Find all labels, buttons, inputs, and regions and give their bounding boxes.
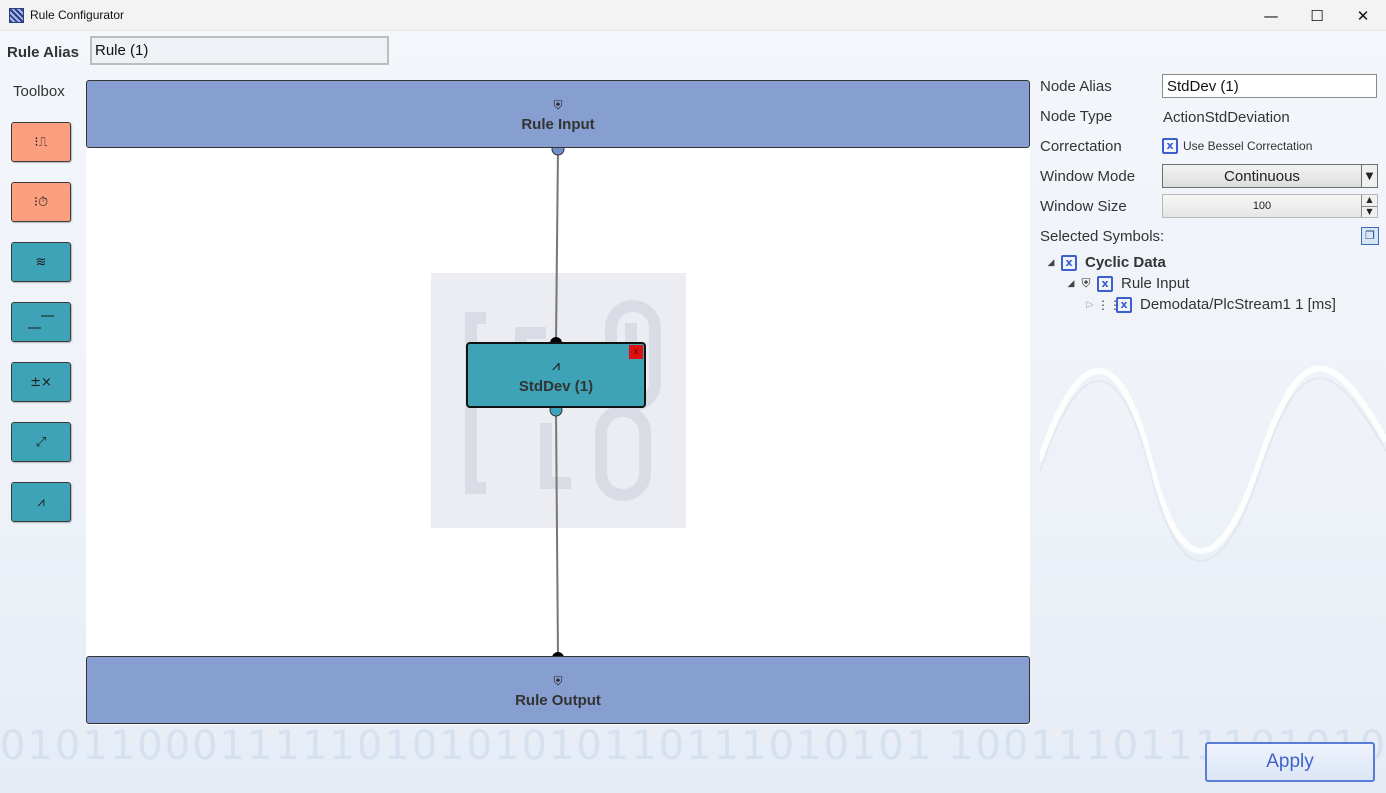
- toolbox-multiply-button[interactable]: ±×: [11, 362, 71, 402]
- rule-output-bar[interactable]: ⛨ Rule Output: [86, 656, 1030, 724]
- correctation-label: Correctation: [1040, 138, 1122, 155]
- timer-trigger-icon: ⁝⏱: [33, 194, 49, 210]
- rule-input-label: Rule Input: [521, 115, 595, 133]
- symbols-window-icon[interactable]: ❐: [1361, 227, 1379, 245]
- node-alias-label: Node Alias: [1040, 78, 1112, 95]
- std-deviation-icon: ⩘: [37, 494, 45, 510]
- toolbox-scale-button[interactable]: ⤢: [11, 422, 71, 462]
- window-size-stepper[interactable]: 100 ▲ ▼: [1162, 194, 1378, 218]
- toolbox-threshold-button[interactable]: ⎽⎺: [11, 302, 71, 342]
- bessel-correctation-checkbox[interactable]: x: [1162, 138, 1178, 154]
- expand-arrow-icon[interactable]: ◢: [1064, 279, 1078, 289]
- rule-alias-label: Rule Alias: [7, 44, 79, 61]
- toolbox-filter-button[interactable]: ≋: [11, 242, 71, 282]
- rule-output-label: Rule Output: [515, 691, 601, 709]
- stream-icon: ⛨: [553, 97, 563, 112]
- trigger-icon: ⁝⎍: [34, 134, 48, 150]
- std-deviation-icon: ⩘: [552, 357, 560, 374]
- stream-icon: ⛨: [553, 673, 563, 688]
- tree-item-cyclic-data[interactable]: ◢ x Cyclic Data: [1044, 254, 1166, 271]
- demodata-checkbox[interactable]: x: [1116, 296, 1132, 313]
- window-size-value[interactable]: 100: [1163, 200, 1361, 212]
- rule-input-checkbox[interactable]: x: [1097, 275, 1113, 292]
- stream-icon: ⛨: [1081, 276, 1091, 290]
- threshold-icon: ⎽⎺: [27, 314, 54, 330]
- collapse-arrow-icon[interactable]: ▷: [1083, 300, 1097, 310]
- decrement-icon[interactable]: ▼: [1362, 205, 1377, 217]
- toolbox-label: Toolbox: [13, 83, 65, 100]
- node-type-value: ActionStdDeviation: [1163, 109, 1290, 126]
- window-mode-value: Continuous: [1224, 167, 1300, 185]
- window-controls: — ☐ ✕: [1248, 0, 1386, 31]
- tree-item-rule-input[interactable]: ◢ ⛨ x Rule Input: [1064, 275, 1190, 292]
- apply-button[interactable]: Apply: [1205, 742, 1375, 782]
- tree-item-label: Demodata/PlcStream1 1 [ms]: [1140, 296, 1336, 313]
- cyclic-data-checkbox[interactable]: x: [1061, 254, 1077, 271]
- remove-node-button[interactable]: x: [629, 345, 643, 359]
- bessel-correctation-checkbox-row[interactable]: x Use Bessel Correctation: [1162, 138, 1312, 154]
- action-node-label: StdDev (1): [518, 377, 594, 395]
- stepper-arrows: ▲ ▼: [1361, 195, 1377, 217]
- filter-icon: ≋: [35, 254, 47, 270]
- bessel-correctation-label: Use Bessel Correctation: [1183, 139, 1313, 153]
- close-button[interactable]: ✕: [1340, 0, 1386, 31]
- window-mode-label: Window Mode: [1040, 168, 1136, 185]
- increment-icon[interactable]: ▲: [1362, 195, 1377, 206]
- expand-arrow-icon[interactable]: ◢: [1044, 258, 1058, 268]
- node-alias-input[interactable]: [1162, 74, 1377, 98]
- multiply-icon: ±×: [30, 374, 52, 390]
- tree-item-label: Rule Input: [1121, 275, 1190, 292]
- toolbox-trigger-button[interactable]: ⁝⎍: [11, 122, 71, 162]
- selected-symbols-label: Selected Symbols:: [1040, 228, 1165, 245]
- toolbox-std-deviation-button[interactable]: ⩘: [11, 482, 71, 522]
- node-type-label: Node Type: [1040, 108, 1113, 125]
- title-bar: Rule Configurator — ☐ ✕: [0, 0, 1386, 31]
- minimize-button[interactable]: —: [1248, 0, 1294, 31]
- tree-item-demodata-stream[interactable]: ▷ ⋮⋮ x Demodata/PlcStream1 1 [ms]: [1083, 296, 1336, 313]
- window-title: Rule Configurator: [30, 8, 125, 22]
- rule-canvas[interactable]: ⛨ Rule Input ⩘ StdDev (1) x ⛨ Rule Outpu…: [86, 80, 1030, 725]
- maximize-button[interactable]: ☐: [1294, 0, 1340, 31]
- client-area: 0101100011111010101010110111010101 10011…: [0, 31, 1386, 793]
- stddev-action-node[interactable]: ⩘ StdDev (1) x: [466, 342, 646, 408]
- toolbox-timer-trigger-button[interactable]: ⁝⏱: [11, 182, 71, 222]
- window-size-label: Window Size: [1040, 198, 1127, 215]
- scale-icon: ⤢: [35, 434, 47, 450]
- binary-background: 0101100011111010101010110111010101 10011…: [0, 723, 1386, 769]
- window-mode-select[interactable]: Continuous ▼: [1162, 164, 1378, 188]
- rule-alias-input[interactable]: [90, 36, 389, 65]
- wave-background: [1040, 365, 1386, 562]
- app-icon: [9, 7, 24, 23]
- symbol-icon: ⋮⋮: [1097, 297, 1121, 312]
- chevron-down-icon[interactable]: ▼: [1361, 165, 1377, 187]
- tree-item-label: Cyclic Data: [1085, 254, 1166, 271]
- rule-input-bar[interactable]: ⛨ Rule Input: [86, 80, 1030, 148]
